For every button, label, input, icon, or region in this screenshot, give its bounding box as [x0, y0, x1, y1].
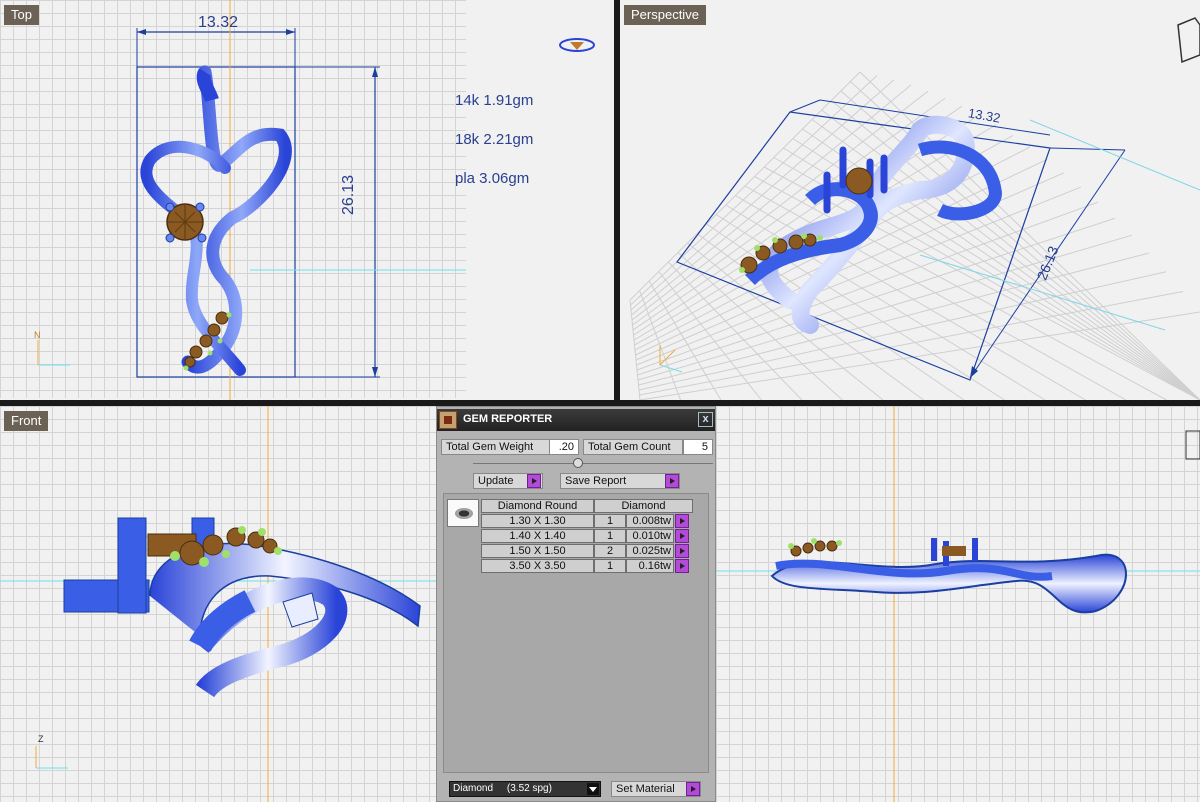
close-icon[interactable]: x: [698, 412, 713, 427]
right-viewport[interactable]: [716, 406, 1200, 802]
row-arrow-icon[interactable]: [675, 529, 689, 543]
perspective-viewport[interactable]: Perspective 13.32 26.13: [620, 0, 1200, 400]
top-view-model: [0, 0, 614, 400]
set-material-arrow-icon[interactable]: [686, 782, 700, 796]
divider: [473, 463, 713, 464]
row-size: 1.30 X 1.30: [481, 514, 594, 528]
save-report-button[interactable]: Save Report: [560, 473, 680, 489]
total-gem-count-label: Total Gem Count: [583, 439, 683, 455]
total-gem-weight-value[interactable]: .20: [549, 439, 579, 455]
viewport-label-perspective[interactable]: Perspective: [624, 5, 706, 25]
viewport-label-top[interactable]: Top: [4, 5, 39, 25]
material-select[interactable]: Diamond (3.52 spg): [449, 781, 601, 797]
height-dimension-label: 26.13: [340, 174, 357, 215]
update-arrow-icon[interactable]: [527, 474, 541, 488]
row-arrow-icon[interactable]: [675, 544, 689, 558]
gem-reporter-dialog: GEM REPORTER x Total Gem Weight .20 Tota…: [436, 406, 716, 802]
front-view-model: [0, 406, 436, 802]
right-view-model: [716, 406, 1200, 802]
row-size: 3.50 X 3.50: [481, 559, 594, 573]
row-size: 1.40 X 1.40: [481, 529, 594, 543]
chevron-down-icon[interactable]: [587, 783, 599, 795]
row-count: 1: [594, 559, 626, 573]
axis-label-z: Z: [38, 734, 44, 744]
material-select-value: Diamond (3.52 spg): [453, 783, 552, 794]
perspective-view-model: [629, 17, 1200, 400]
weight-14k: 14k 1.91gm: [455, 92, 534, 109]
row-weight: 0.025tw: [626, 544, 674, 558]
row-count: 1: [594, 514, 626, 528]
row-weight: 0.010tw: [626, 529, 674, 543]
col-material-header: Diamond: [594, 499, 693, 513]
weight-platinum: pla 3.06gm: [455, 170, 530, 187]
row-arrow-icon[interactable]: [675, 559, 689, 573]
row-count: 1: [594, 529, 626, 543]
top-viewport[interactable]: Top 13.32 26.13 14k 1.91gm 18k 2.21gm pl…: [0, 0, 614, 400]
total-gem-count-value[interactable]: 5: [683, 439, 713, 455]
gem-reporter-titlebar[interactable]: GEM REPORTER x: [437, 409, 715, 431]
row-size: 1.50 X 1.50: [481, 544, 594, 558]
row-weight: 0.008tw: [626, 514, 674, 528]
front-viewport[interactable]: Front Z: [0, 406, 436, 802]
diamond-thumbnail-icon[interactable]: [447, 499, 479, 527]
weight-18k: 18k 2.21gm: [455, 131, 534, 148]
axis-label-y: N: [34, 330, 41, 340]
viewport-label-front[interactable]: Front: [4, 411, 49, 431]
gem-list: Diamond Round Diamond 1.30 X 1.30 1 0.00…: [443, 493, 709, 773]
row-arrow-icon[interactable]: [675, 514, 689, 528]
gem-reporter-icon: [439, 411, 457, 429]
row-weight: 0.16tw: [626, 559, 674, 573]
width-dimension-label: 13.32: [198, 14, 239, 31]
save-report-arrow-icon[interactable]: [665, 474, 679, 488]
collapse-knob[interactable]: [573, 458, 583, 468]
col-shape-header: Diamond Round: [481, 499, 594, 513]
row-count: 2: [594, 544, 626, 558]
gem-reporter-title: GEM REPORTER: [463, 413, 553, 425]
